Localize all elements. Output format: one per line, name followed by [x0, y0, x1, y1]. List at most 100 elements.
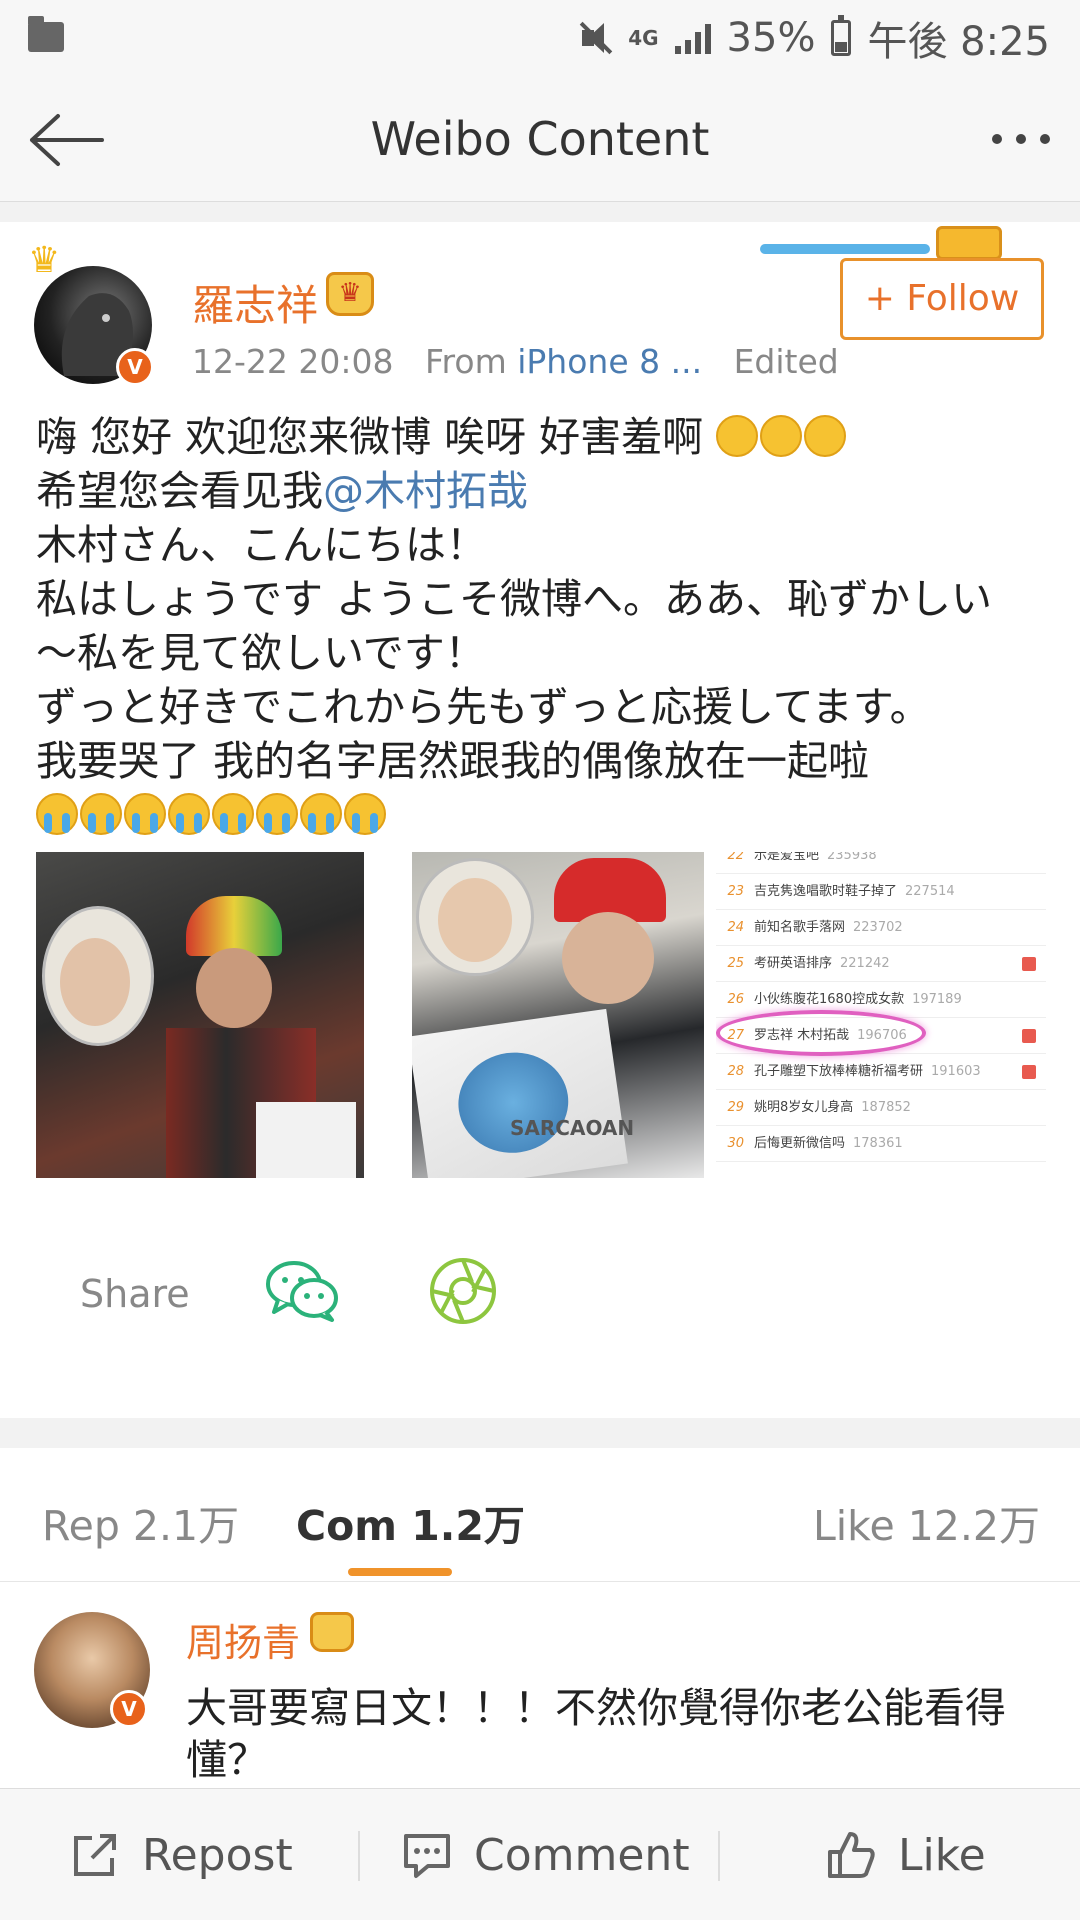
like-button[interactable]: Like	[826, 1789, 986, 1920]
photo-thumbnail-1[interactable]	[36, 852, 364, 1178]
clock: 午後 8:25	[867, 19, 1050, 65]
ranking-row: 24 前知名歌手落网 223702	[716, 910, 1046, 946]
verified-badge-icon: V	[110, 1690, 148, 1728]
ranking-row: 30 后悔更新微信吗 178361	[716, 1126, 1046, 1162]
post-line: 希望您会看见我@木村拓哉	[36, 467, 528, 515]
ranking-row: 28 孔子雕塑下放棒棒糖祈福考研 191603	[716, 1054, 1046, 1090]
ranking-row: 23 吉克隽逸唱歌时鞋子掉了 227514	[716, 874, 1046, 910]
post-text: 嗨 您好 欢迎您来微博 唉呀 好害羞啊 希望您会看见我@木村拓哉 木村さん、こん…	[36, 410, 1046, 842]
share-label: Share	[80, 1272, 190, 1316]
toolbar-divider	[358, 1831, 360, 1881]
rank-hot-count: 227514	[905, 884, 955, 899]
rank-number: 22	[727, 852, 744, 863]
comment-icon	[404, 1834, 450, 1878]
paper-bag	[256, 1102, 356, 1178]
rank-number: 29	[727, 1100, 744, 1115]
more-options-icon[interactable]	[992, 134, 1050, 144]
post-card: ♛ V 羅志祥 ♛ 12-22 20:08 From iPhone 8 ... …	[0, 222, 1080, 1418]
comment-text: 大哥要寫日文！！！不然你覺得你老公能看得懂？	[186, 1684, 1006, 1784]
page-title: Weibo Content	[370, 112, 710, 166]
comment-item: V 周扬青 大哥要寫日文！！！不然你覺得你老公能看得懂？	[0, 1582, 1080, 1788]
shopping-bag	[412, 1008, 628, 1178]
crying-emoji-icon	[124, 793, 166, 835]
interaction-tabs: Rep 2.1万 Com 1.2万 Like 12.2万	[0, 1448, 1080, 1582]
author-avatar[interactable]: ♛ V	[28, 240, 154, 386]
thumbs-up-icon	[828, 1832, 875, 1878]
rank-title: 孔子雕塑下放棒棒糖祈福考研	[754, 1064, 924, 1079]
comment-label: Comment	[474, 1829, 690, 1881]
post-source[interactable]: iPhone 8 ...	[517, 342, 702, 381]
rank-hot-count: 191603	[931, 1064, 981, 1079]
rank-title: 后悔更新微信吗	[754, 1136, 846, 1151]
crying-emoji-icon	[212, 793, 254, 835]
rank-title: 小伙练腹花1680控成女款	[754, 992, 905, 1007]
post-date: 12-22 20:08	[192, 342, 394, 381]
crying-emoji-icon	[256, 793, 298, 835]
follow-button[interactable]: + Follow	[840, 258, 1044, 340]
tab-likes[interactable]: Like 12.2万	[813, 1492, 1040, 1552]
ranking-row: 25 考研英语排序 221242	[716, 946, 1046, 982]
rank-number: 30	[727, 1136, 744, 1151]
rank-tag-icon	[1022, 1065, 1036, 1079]
rank-tag-icon	[1022, 1029, 1036, 1043]
cap	[186, 896, 282, 956]
tab-comments[interactable]: Com 1.2万	[296, 1492, 525, 1552]
photo-overlay-text: SARCAOAN	[510, 1116, 635, 1140]
top-nav-bar: Weibo Content	[0, 76, 1080, 202]
fan-face	[438, 878, 512, 962]
post-line: 木村さん、こんにちは！	[36, 521, 487, 569]
like-label: Like	[898, 1829, 986, 1881]
shy-emoji-icon	[804, 415, 847, 457]
crown-icon: ♛	[28, 240, 61, 281]
crying-emoji-icon	[300, 793, 342, 835]
rank-number: 24	[727, 920, 744, 935]
network-type: 4G	[628, 26, 659, 50]
shy-emoji-icon	[760, 415, 803, 457]
status-icons: 4G 35% 午後 8:25	[578, 10, 1050, 66]
rank-number: 26	[727, 992, 744, 1007]
crying-emoji-icon	[168, 793, 210, 835]
rank-title: 前知名歌手落网	[754, 920, 846, 935]
rank-tag-icon	[1022, 957, 1036, 971]
repost-button[interactable]: Repost	[70, 1789, 293, 1920]
rank-title: 示是爱宝吧	[754, 852, 820, 863]
rank-title: 姚明8岁女儿身高	[754, 1100, 854, 1115]
ranking-row: 22 示是爱宝吧 235938	[716, 852, 1046, 874]
highlight-circle	[716, 1010, 926, 1056]
fan-face	[60, 938, 130, 1026]
rank-number: 28	[727, 1064, 744, 1079]
post-line: 我要哭了 我的名字居然跟我的偶像放在一起啦	[36, 737, 870, 785]
edited-label[interactable]: Edited	[734, 342, 839, 381]
rank-number: 23	[727, 884, 744, 899]
rank-hot-count: 235938	[827, 852, 877, 863]
tab-reposts[interactable]: Rep 2.1万	[42, 1492, 239, 1552]
photo-grid: SARCAOAN 22 示是爱宝吧 235938 23 吉克隽逸唱歌时鞋子掉了 22751…	[36, 852, 1046, 1178]
comment-button[interactable]: Comment	[402, 1789, 690, 1920]
post-meta: 12-22 20:08 From iPhone 8 ... Edited	[192, 342, 839, 381]
vip-crown-icon[interactable]: ♛	[326, 272, 374, 316]
commenter-avatar[interactable]: V	[34, 1612, 150, 1728]
photo-thumbnail-3[interactable]: 22 示是爱宝吧 235938 23 吉克隽逸唱歌时鞋子掉了 227514 24 前知名歌手落…	[716, 852, 1046, 1178]
wechat-share-icon[interactable]	[264, 1258, 340, 1322]
photo-thumbnail-2[interactable]: SARCAOAN	[412, 852, 704, 1178]
crying-emoji-icon	[36, 793, 78, 835]
crying-emoji-icon	[80, 793, 122, 835]
shy-emoji-icon	[716, 415, 759, 457]
rank-hot-count: 187852	[861, 1100, 911, 1115]
rank-hot-count: 221242	[840, 956, 890, 971]
post-line: 私はしょうです ようこそ微博へ。ああ、恥ずかしい	[36, 575, 993, 623]
active-tab-indicator	[348, 1568, 452, 1576]
vip-crown-icon[interactable]	[310, 1612, 354, 1652]
repost-icon	[74, 1834, 116, 1876]
commenter-name[interactable]: 周扬青	[186, 1612, 300, 1667]
author-name[interactable]: 羅志祥	[192, 272, 318, 333]
moments-share-icon[interactable]	[428, 1256, 498, 1326]
folder-icon	[28, 16, 64, 52]
rank-hot-count: 178361	[853, 1136, 903, 1151]
bottom-toolbar: Repost Comment Like	[0, 1788, 1080, 1920]
rank-hot-count: 197189	[912, 992, 962, 1007]
battery-icon	[831, 15, 852, 56]
mention-link[interactable]: @木村拓哉	[323, 467, 528, 515]
battery-percent: 35%	[726, 15, 816, 61]
rank-title: 考研英语排序	[754, 956, 833, 971]
